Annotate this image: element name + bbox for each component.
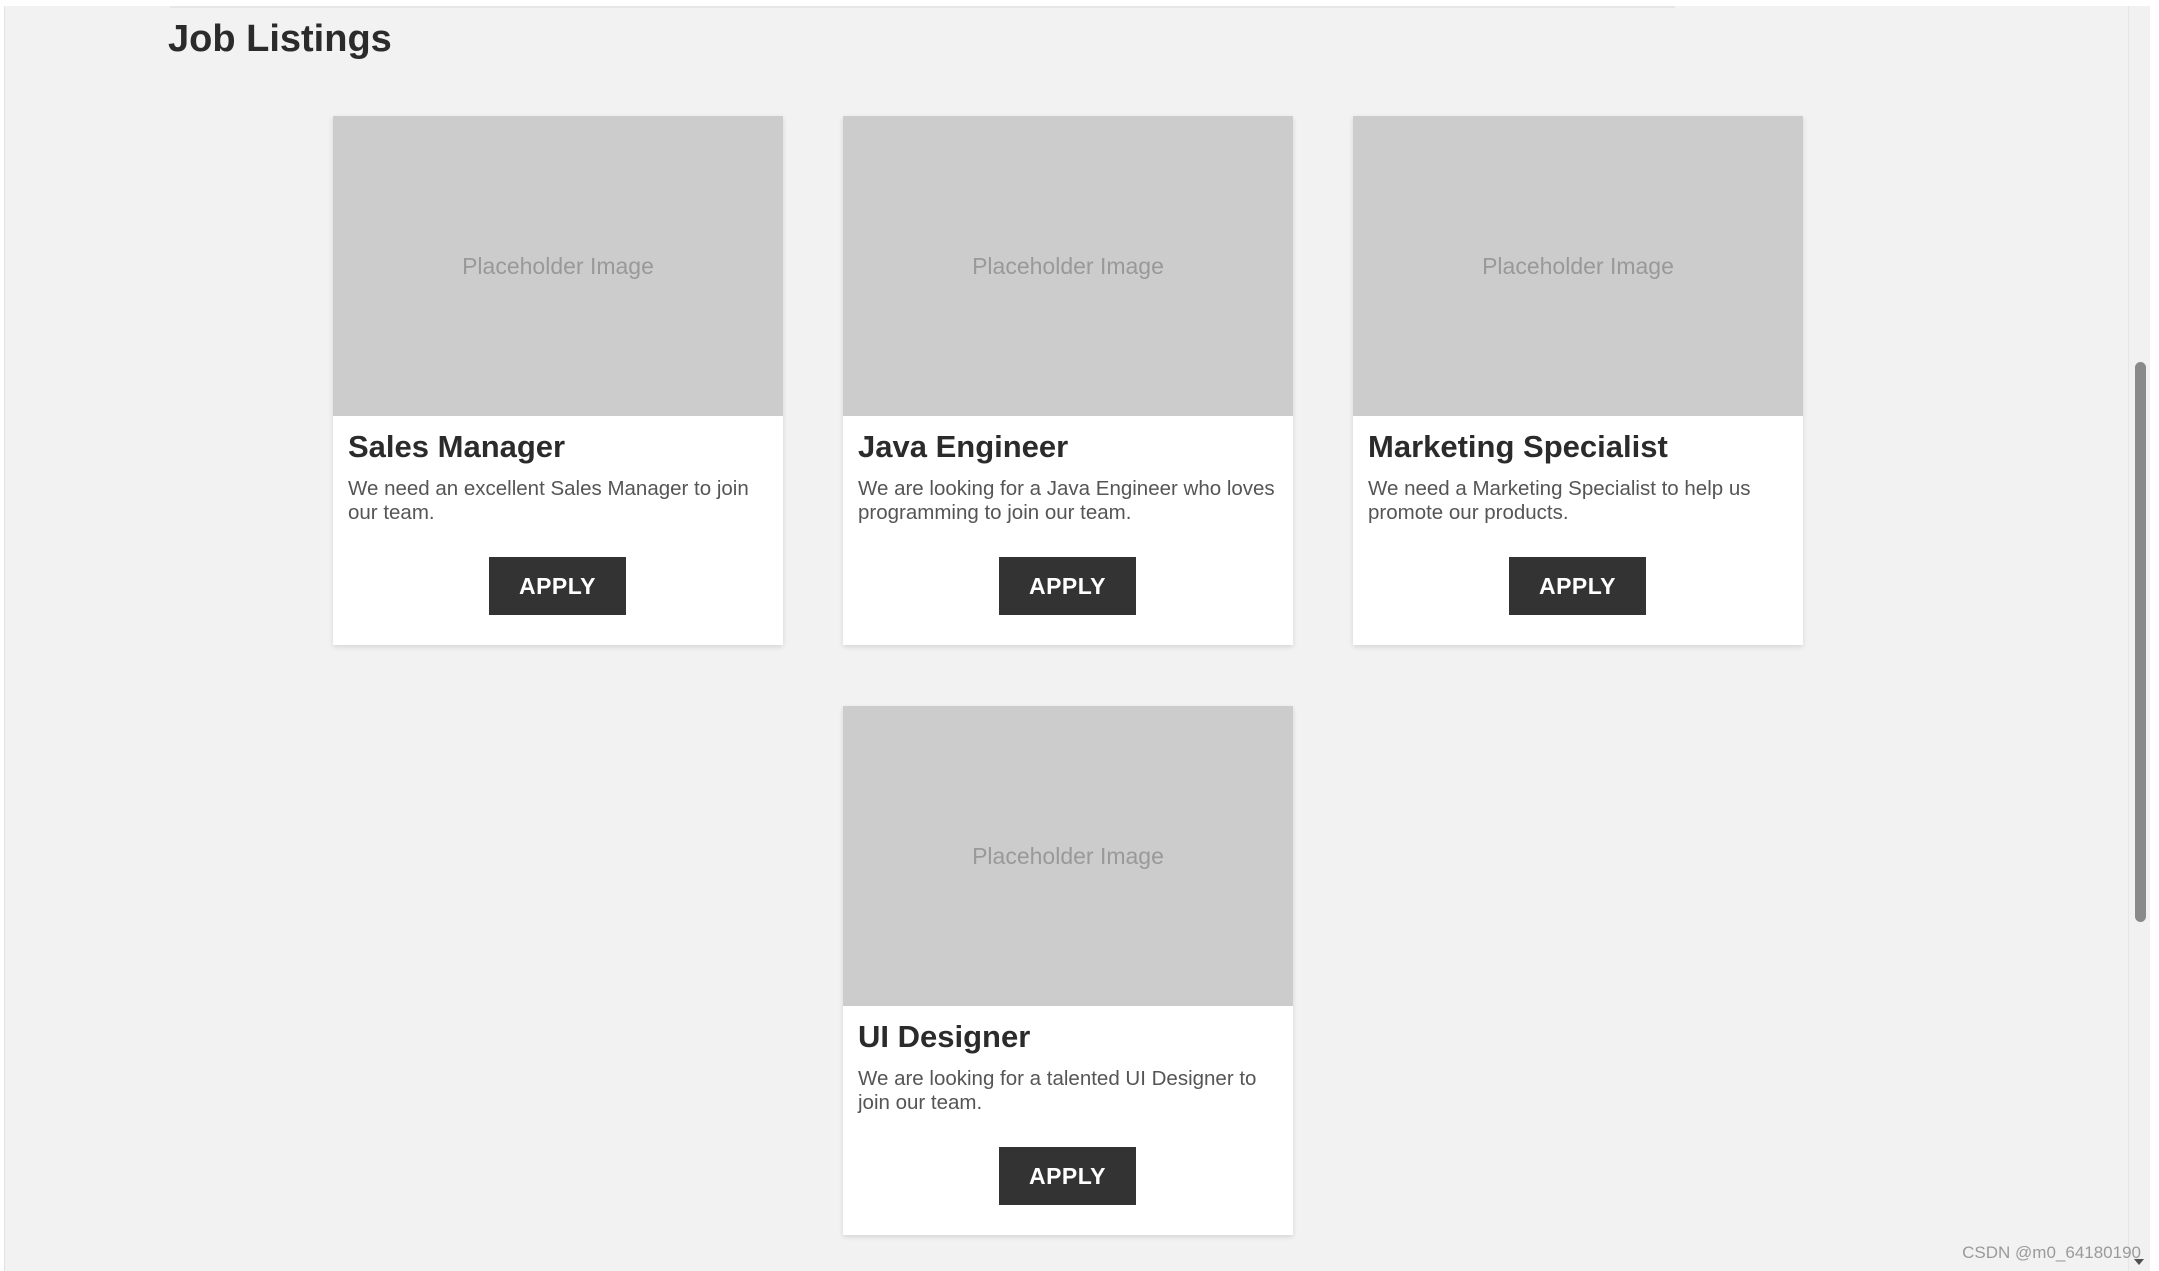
- browser-viewport: Job Listings Placeholder Image Sales Man…: [0, 0, 2159, 1271]
- job-description: We need a Marketing Specialist to help u…: [1368, 477, 1751, 524]
- apply-button-marketing-specialist[interactable]: APPLY: [1509, 557, 1646, 615]
- job-description: We need an excellent Sales Manager to jo…: [348, 477, 749, 524]
- watermark: CSDN @m0_64180190: [1962, 1243, 2141, 1262]
- apply-button-sales-manager[interactable]: APPLY: [489, 557, 626, 615]
- job-card-marketing-specialist: Placeholder Image Marketing Specialist W…: [1353, 116, 1803, 645]
- job-image-placeholder: Placeholder Image: [1353, 116, 1803, 416]
- job-image-placeholder: Placeholder Image: [843, 116, 1293, 416]
- job-card-sales-manager: Placeholder Image Sales Manager We need …: [333, 116, 783, 645]
- job-title: Sales Manager: [348, 429, 566, 464]
- job-title: Java Engineer: [858, 429, 1069, 464]
- job-image-placeholder: Placeholder Image: [333, 116, 783, 416]
- page-title: Job Listings: [168, 18, 392, 60]
- job-image-placeholder: Placeholder Image: [843, 706, 1293, 1006]
- scrollbar-thumb[interactable]: [2135, 362, 2146, 922]
- job-description: We are looking for a Java Engineer who l…: [858, 477, 1275, 524]
- vertical-scrollbar[interactable]: [2128, 6, 2150, 1271]
- job-title: UI Designer: [858, 1019, 1031, 1054]
- job-card-java-engineer: Placeholder Image Java Engineer We are l…: [843, 116, 1293, 645]
- job-card-ui-designer: Placeholder Image UI Designer We are loo…: [843, 706, 1293, 1235]
- page-content: Job Listings Placeholder Image Sales Man…: [4, 6, 2129, 1271]
- header-edge: [170, 6, 1675, 8]
- apply-button-ui-designer[interactable]: APPLY: [999, 1147, 1136, 1205]
- apply-button-java-engineer[interactable]: APPLY: [999, 557, 1136, 615]
- job-description: We are looking for a talented UI Designe…: [858, 1067, 1257, 1114]
- job-title: Marketing Specialist: [1368, 429, 1668, 464]
